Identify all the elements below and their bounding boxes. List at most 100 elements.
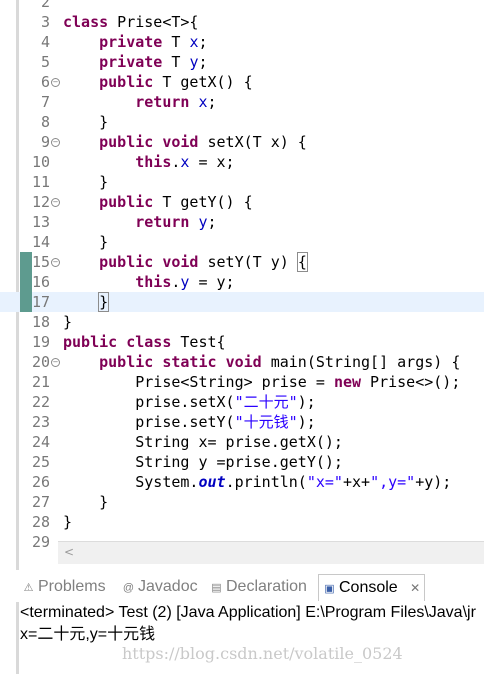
line-number: 6 xyxy=(40,73,50,91)
tab-declaration[interactable]: ▤ Declaration xyxy=(210,576,307,598)
line-number: 26 xyxy=(31,473,50,491)
code-line[interactable]: 17 } xyxy=(0,292,484,312)
code-text: prise.setY("十元钱"); xyxy=(63,413,316,431)
console-icon: ▣ xyxy=(324,583,335,595)
line-number: 22 xyxy=(31,393,50,411)
code-line[interactable]: 11 } xyxy=(0,172,484,192)
javadoc-icon: @ xyxy=(122,582,135,594)
code-text: String x= prise.getX(); xyxy=(63,433,343,451)
line-number: 17 xyxy=(31,293,50,311)
code-text: } xyxy=(63,493,109,511)
fold-toggle-icon[interactable]: − xyxy=(51,258,60,267)
tab-label: Declaration xyxy=(226,578,307,595)
line-number: 4 xyxy=(40,33,50,51)
line-number: 28 xyxy=(31,513,50,531)
line-number: 5 xyxy=(40,53,50,71)
code-text: } xyxy=(63,233,109,251)
bottom-panel: ⚠ Problems @ Javadoc ▤ Declaration ▣ Console… xyxy=(0,570,484,674)
line-number: 18 xyxy=(31,313,50,331)
line-number: 14 xyxy=(31,233,50,251)
code-text: public class Test{ xyxy=(63,333,226,351)
code-text: public static void main(String[] args) { xyxy=(99,353,461,371)
code-line[interactable]: 26 System.out.println("x="+x+",y="+y); xyxy=(0,472,484,492)
watermark: https://blog.csdn.net/volatile_0524 xyxy=(122,644,403,663)
code-line[interactable]: 16 this.y = y; xyxy=(0,272,484,292)
code-line[interactable]: 7 return x; xyxy=(0,92,484,112)
code-line[interactable]: 27 } xyxy=(0,492,484,512)
code-line[interactable]: 2 xyxy=(0,0,484,12)
code-text: Prise<String> prise = new Prise<>(); xyxy=(63,373,461,391)
line-number: 23 xyxy=(31,413,50,431)
code-text: String y =prise.getY(); xyxy=(63,453,343,471)
tab-console[interactable]: ▣ Console ✕ xyxy=(318,574,426,601)
fold-toggle-icon[interactable]: − xyxy=(51,78,60,87)
line-number: 9 xyxy=(40,133,50,151)
line-number: 16 xyxy=(31,273,50,291)
fold-toggle-icon[interactable]: − xyxy=(51,358,60,367)
code-line[interactable]: 19 public class Test{ xyxy=(0,332,484,352)
code-line[interactable]: 18} xyxy=(0,312,484,332)
code-editor[interactable]: 2 3 class Prise<T>{4 private T x; 5 private… xyxy=(0,0,484,570)
code-text: this.x = x; xyxy=(135,153,235,171)
fold-toggle-icon[interactable]: − xyxy=(51,198,60,207)
code-text: } xyxy=(63,113,109,131)
line-number: 2 xyxy=(40,0,50,11)
scroll-left-arrow-icon[interactable]: < xyxy=(64,545,74,559)
horizontal-scrollbar[interactable]: < xyxy=(58,541,484,564)
tab-label: Problems xyxy=(38,578,106,595)
code-text: } xyxy=(63,173,109,191)
line-number: 8 xyxy=(40,113,50,131)
code-line[interactable]: 23 prise.setY("十元钱"); xyxy=(0,412,484,432)
code-line[interactable]: 13 return y; xyxy=(0,212,484,232)
code-line[interactable]: 3 class Prise<T>{ xyxy=(0,12,484,32)
console-output[interactable]: x=二十元,y=十元钱 xyxy=(20,625,155,645)
code-line[interactable]: 20− public static void main(String[] arg… xyxy=(0,352,484,372)
code-text: } xyxy=(63,513,73,531)
fold-toggle-icon[interactable]: − xyxy=(51,138,60,147)
code-line[interactable]: 24 String x= prise.getX(); xyxy=(0,432,484,452)
code-text: return x; xyxy=(135,93,217,111)
line-number: 27 xyxy=(31,493,50,511)
code-text: prise.setX("二十元"); xyxy=(63,393,316,411)
line-number: 15 xyxy=(31,253,50,271)
line-number: 12 xyxy=(31,193,50,211)
code-line[interactable]: 25 String y =prise.getY(); xyxy=(0,452,484,472)
code-line[interactable]: 10 this.x = x; xyxy=(0,152,484,172)
line-number: 3 xyxy=(40,13,50,31)
code-line[interactable]: 4 private T x; xyxy=(0,32,484,52)
code-line[interactable]: 15− public void setY(T y) { xyxy=(0,252,484,272)
code-line[interactable]: 12− public T getY() { xyxy=(0,192,484,212)
line-number: 25 xyxy=(31,453,50,471)
code-line[interactable]: 6− public T getX() { xyxy=(0,72,484,92)
code-line[interactable]: 28} xyxy=(0,512,484,532)
code-text: return y; xyxy=(135,213,217,231)
line-number: 19 xyxy=(31,333,50,351)
code-line[interactable]: 21 Prise<String> prise = new Prise<>(); xyxy=(0,372,484,392)
code-text: public T getX() { xyxy=(99,73,253,91)
code-text: System.out.println("x="+x+",y="+y); xyxy=(63,473,452,491)
declaration-icon: ▤ xyxy=(211,582,222,594)
code-line[interactable]: 5 private T y; xyxy=(0,52,484,72)
line-number: 7 xyxy=(40,93,50,111)
tab-problems[interactable]: ⚠ Problems xyxy=(22,576,106,598)
line-number: 10 xyxy=(31,153,50,171)
close-icon[interactable]: ✕ xyxy=(410,581,420,595)
code-text: public void setX(T x) { xyxy=(99,133,307,151)
tab-label: Console xyxy=(339,579,398,596)
tab-label: Javadoc xyxy=(138,578,198,595)
code-text: } xyxy=(63,313,73,331)
code-line[interactable]: 14 } xyxy=(0,232,484,252)
line-number: 13 xyxy=(31,213,50,231)
line-number: 29 xyxy=(31,533,50,551)
line-number: 21 xyxy=(31,373,50,391)
problems-icon: ⚠ xyxy=(23,582,34,594)
line-number: 20 xyxy=(31,353,50,371)
line-number: 11 xyxy=(31,173,50,191)
code-text: class Prise<T>{ xyxy=(63,13,199,31)
tab-javadoc[interactable]: @ Javadoc xyxy=(122,576,198,598)
code-line[interactable]: 9− public void setX(T x) { xyxy=(0,132,484,152)
console-status: <terminated> Test (2) [Java Application]… xyxy=(20,604,476,621)
code-line[interactable]: 22 prise.setX("二十元"); xyxy=(0,392,484,412)
code-text: private T x; xyxy=(99,33,208,51)
code-line[interactable]: 8 } xyxy=(0,112,484,132)
